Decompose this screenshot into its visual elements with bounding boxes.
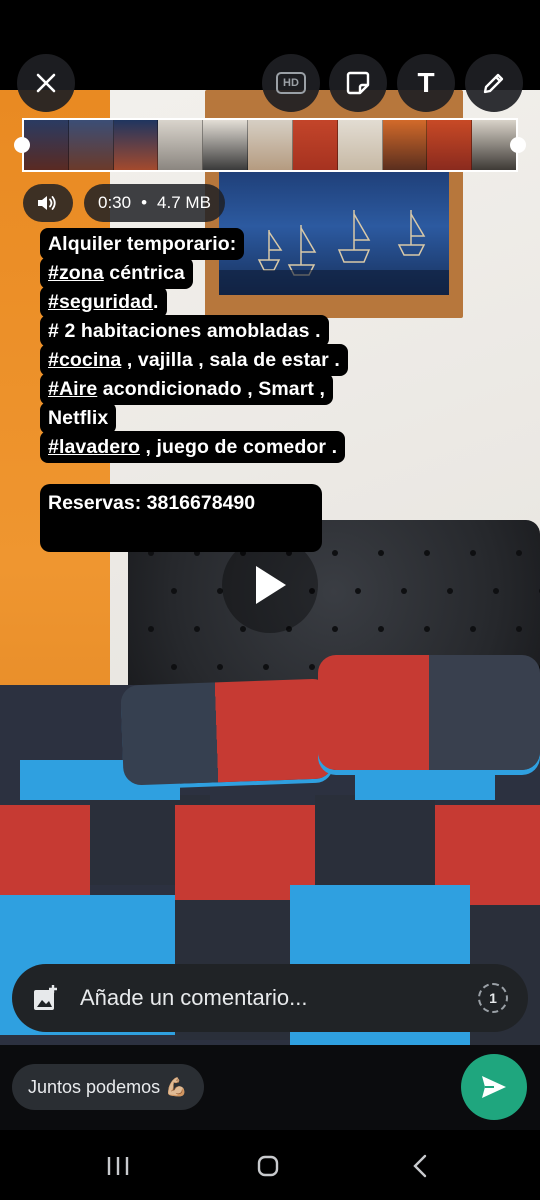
play-button[interactable] xyxy=(222,537,318,633)
caption-text: , juego de comedor . xyxy=(139,436,338,458)
view-once-label: 1 xyxy=(489,990,497,1006)
play-icon xyxy=(256,566,286,604)
tuft xyxy=(309,664,315,670)
frame-thumbnail xyxy=(68,120,114,170)
tuft xyxy=(424,550,430,556)
frame-thumbnail xyxy=(24,120,69,170)
reservations-text: Reservas: 3816678490 xyxy=(48,492,256,514)
caption-text: acondicionado , Smart , xyxy=(97,378,326,400)
caption-line: #lavadero , juego de comedor . xyxy=(40,431,346,463)
video-size: 4.7 MB xyxy=(157,193,211,212)
speaker-icon xyxy=(38,196,56,210)
tuft xyxy=(240,626,246,632)
tuft xyxy=(493,588,499,594)
close-button[interactable] xyxy=(17,54,75,112)
tuft xyxy=(470,626,476,632)
frame-thumbnail xyxy=(113,120,159,170)
frame-thumbnail xyxy=(158,120,204,170)
video-trim-bar[interactable] xyxy=(22,118,518,172)
text-tool-button[interactable]: T xyxy=(397,54,455,112)
caption-line: Netflix xyxy=(40,402,117,434)
hashtag: #cocina xyxy=(48,349,122,371)
comment-field[interactable]: Añade un comentario... 1 xyxy=(12,964,528,1032)
caption-text: Alquiler temporario: xyxy=(48,233,237,255)
trim-start-handle[interactable] xyxy=(14,137,30,153)
send-icon xyxy=(482,1076,506,1098)
mute-button[interactable] xyxy=(23,184,73,222)
tuft xyxy=(424,626,430,632)
separator-dot: • xyxy=(141,193,148,212)
caption-text: . xyxy=(153,291,159,313)
hashtag: #zona xyxy=(48,262,104,284)
caption-line: #cocina , vajilla , sala de estar . xyxy=(40,344,348,376)
hashtag: #lavadero xyxy=(48,436,140,458)
tuft xyxy=(263,664,269,670)
tuft xyxy=(332,626,338,632)
tuft xyxy=(378,550,384,556)
tuft xyxy=(171,588,177,594)
trim-end-handle[interactable] xyxy=(510,137,526,153)
sticker-icon xyxy=(346,71,370,95)
system-nav-bar xyxy=(0,1130,540,1200)
close-icon xyxy=(36,73,56,93)
back-icon[interactable] xyxy=(410,1154,430,1178)
frame-thumbnail xyxy=(427,120,473,170)
frame-thumbnail xyxy=(248,120,293,170)
tuft xyxy=(194,626,200,632)
tuft xyxy=(447,588,453,594)
hashtag: #seguridad xyxy=(48,291,154,313)
frame-thumbnail xyxy=(382,120,428,170)
send-button[interactable] xyxy=(461,1054,527,1120)
text-tool-label: T xyxy=(417,67,435,98)
tuft xyxy=(217,664,223,670)
hd-label: HD xyxy=(276,72,306,94)
add-image-icon[interactable] xyxy=(32,984,60,1012)
tuft xyxy=(516,626,522,632)
tuft xyxy=(171,664,177,670)
ships-illustration xyxy=(219,210,449,295)
home-icon[interactable] xyxy=(256,1154,280,1178)
tuft xyxy=(355,588,361,594)
tuft xyxy=(470,550,476,556)
caption-text: # 2 habitaciones amobladas . xyxy=(48,320,321,342)
caption-line: #seguridad. xyxy=(40,286,167,318)
caption-line: #Aire acondicionado , Smart , xyxy=(40,373,334,405)
hd-quality-button[interactable]: HD xyxy=(262,54,320,112)
sticker-button[interactable] xyxy=(329,54,387,112)
caption-text: , vajilla , sala de estar . xyxy=(121,349,340,371)
frame-thumbnail xyxy=(337,120,383,170)
caption-text: Netflix xyxy=(48,407,109,429)
frame-thumbnail xyxy=(203,120,249,170)
draw-button[interactable] xyxy=(465,54,523,112)
frame-thumbnail xyxy=(292,120,338,170)
recipient-label: Juntos podemos 💪🏼 xyxy=(28,1076,188,1097)
caption-line: # 2 habitaciones amobladas . xyxy=(40,315,329,347)
recents-icon[interactable] xyxy=(106,1155,130,1177)
recipient-chip[interactable]: Juntos podemos 💪🏼 xyxy=(12,1064,204,1110)
tuft xyxy=(148,626,154,632)
tuft xyxy=(332,550,338,556)
caption-line: Alquiler temporario: xyxy=(40,228,245,260)
video-info: 0:30 • 4.7 MB xyxy=(84,184,225,222)
tuft xyxy=(516,550,522,556)
video-duration: 0:30 xyxy=(98,193,132,212)
caption-text: céntrica xyxy=(103,262,185,284)
pencil-icon xyxy=(483,73,504,94)
caption-line: #zona céntrica xyxy=(40,257,193,289)
pillow-right xyxy=(318,655,540,770)
pillow-left xyxy=(120,678,334,786)
painting-canvas xyxy=(219,170,449,295)
view-once-button[interactable]: 1 xyxy=(478,983,508,1013)
comment-placeholder: Añade un comentario... xyxy=(80,985,308,1010)
tuft xyxy=(378,626,384,632)
tuft xyxy=(401,588,407,594)
hashtag: #Aire xyxy=(48,378,98,400)
